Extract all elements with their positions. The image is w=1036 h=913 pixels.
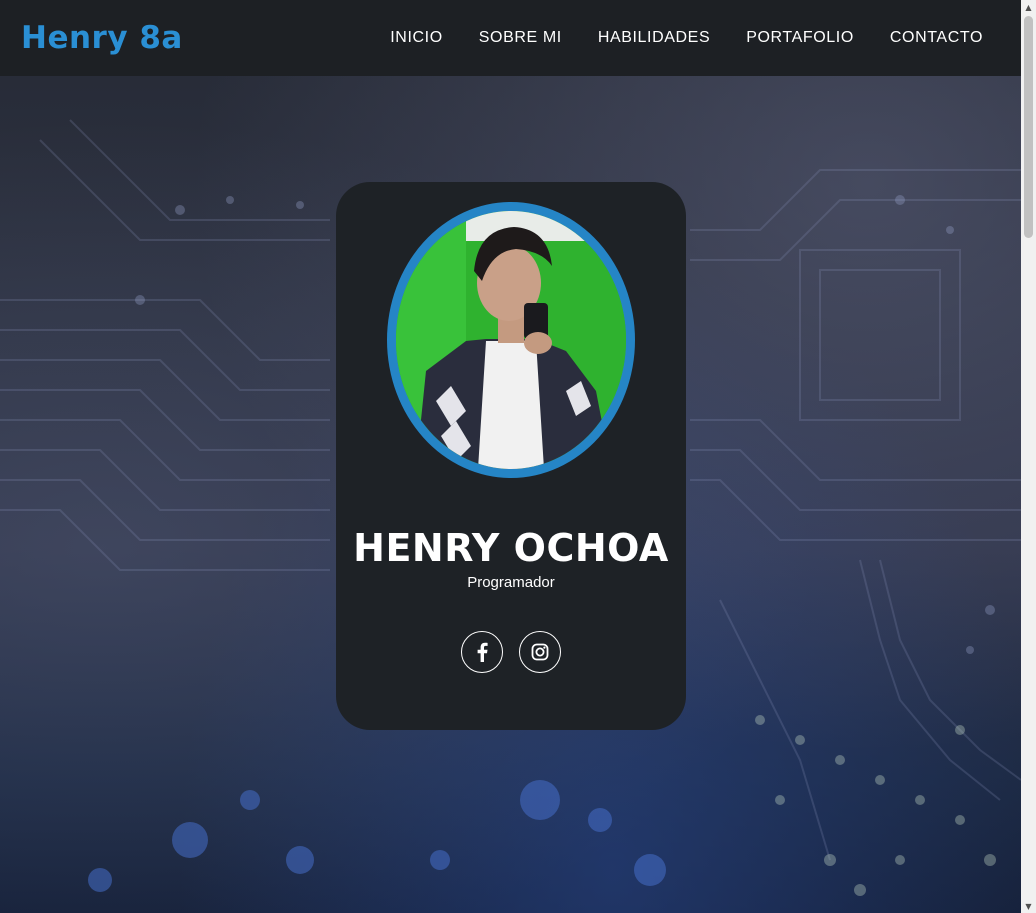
instagram-link[interactable]	[519, 631, 561, 673]
navbar: Henry 8a INICIO SOBRE MI HABILIDADES POR…	[0, 0, 1021, 76]
nav-link-inicio[interactable]: INICIO	[390, 29, 443, 47]
nav-link-sobre-mi[interactable]: SOBRE MI	[479, 29, 562, 47]
profile-card: HENRY OCHOA Programador	[336, 182, 686, 730]
brand-logo[interactable]: Henry 8a	[21, 20, 183, 56]
nav-link-habilidades[interactable]: HABILIDADES	[598, 29, 710, 47]
profile-role: Programador	[467, 574, 555, 591]
facebook-icon	[477, 642, 488, 662]
main-nav: INICIO SOBRE MI HABILIDADES PORTAFOLIO C…	[354, 29, 983, 47]
profile-name: HENRY OCHOA	[353, 526, 669, 570]
scroll-down-arrow-icon[interactable]: ▼	[1021, 899, 1036, 913]
facebook-link[interactable]	[461, 631, 503, 673]
profile-photo-image	[396, 211, 626, 469]
nav-link-contacto[interactable]: CONTACTO	[890, 29, 983, 47]
instagram-icon	[531, 643, 549, 661]
scroll-up-arrow-icon[interactable]: ▲	[1021, 0, 1036, 14]
nav-link-portafolio[interactable]: PORTAFOLIO	[746, 29, 854, 47]
social-links	[461, 631, 561, 673]
page-scrollbar[interactable]: ▲ ▼	[1021, 0, 1036, 913]
scrollbar-thumb[interactable]	[1024, 16, 1033, 238]
profile-photo	[387, 202, 635, 478]
